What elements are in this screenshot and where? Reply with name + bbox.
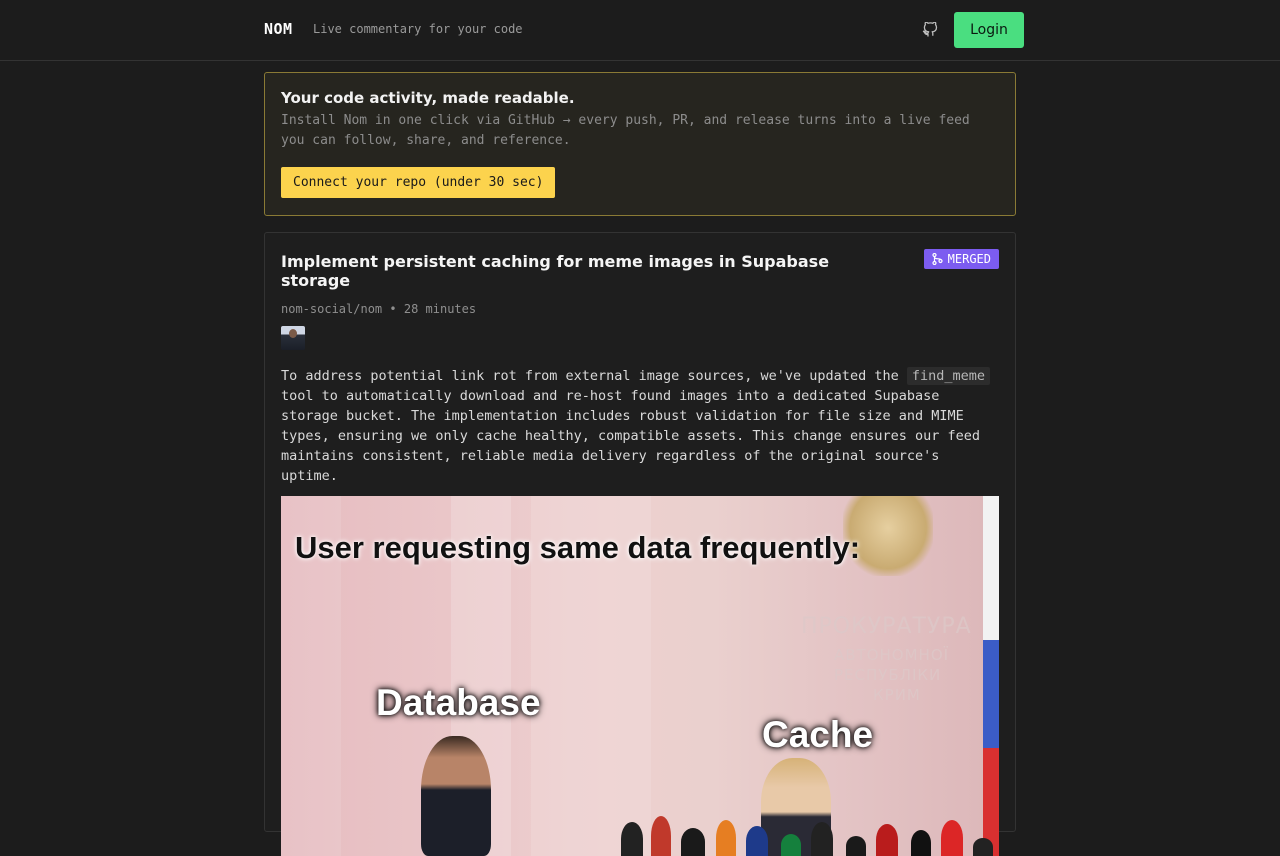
meme-caption-database: Database bbox=[376, 682, 541, 723]
meta-separator: • bbox=[389, 302, 397, 316]
github-icon bbox=[922, 22, 938, 37]
inline-code: find_meme bbox=[906, 367, 991, 385]
repo-link[interactable]: nom-social/nom bbox=[281, 302, 382, 316]
banner-title: Your code activity, made readable. bbox=[281, 89, 575, 107]
wall-sign-line: РЕСПУБЛІКИ bbox=[834, 666, 942, 684]
merge-icon bbox=[932, 253, 943, 265]
wall-sign-line: АВТОНОМНОЇ bbox=[834, 646, 950, 664]
microphone bbox=[746, 826, 768, 856]
feed-card: Implement persistent caching for meme im… bbox=[264, 232, 1016, 856]
microphone bbox=[941, 820, 963, 856]
wall-sign-line: КРИМ bbox=[873, 686, 921, 704]
connect-repo-button[interactable]: Connect your repo (under 30 sec) bbox=[281, 167, 556, 198]
microphone bbox=[911, 830, 931, 856]
microphone bbox=[716, 820, 736, 856]
post-body-rest: tool to automatically download and re-ho… bbox=[281, 388, 980, 484]
microphone bbox=[621, 822, 643, 856]
login-button[interactable]: Login bbox=[954, 12, 1024, 48]
meme-image: ПРОКУРАТУРА АВТОНОМНОЇ РЕСПУБЛІКИ КРИМ U… bbox=[281, 496, 999, 856]
post-body-intro: To address potential link rot from exter… bbox=[281, 368, 899, 384]
brand-logo[interactable]: NOM bbox=[264, 20, 293, 38]
microphones bbox=[621, 816, 999, 856]
microphone bbox=[681, 828, 705, 856]
microphone bbox=[846, 836, 866, 856]
flag-icon bbox=[983, 496, 999, 856]
microphone bbox=[781, 834, 801, 856]
post-meta: nom-social/nom • 28 minutes bbox=[281, 302, 999, 316]
tagline: Live commentary for your code bbox=[313, 22, 523, 36]
badge-label: MERGED bbox=[947, 252, 991, 266]
microphone bbox=[973, 838, 993, 856]
post-body: To address potential link rot from exter… bbox=[281, 366, 999, 486]
github-link[interactable] bbox=[920, 20, 940, 40]
onboarding-banner: Your code activity, made readable. Insta… bbox=[264, 72, 1016, 216]
meme-caption-top: User requesting same data frequently: bbox=[295, 530, 861, 565]
avatar[interactable] bbox=[281, 326, 305, 350]
microphone bbox=[811, 822, 833, 856]
post-title[interactable]: Implement persistent caching for meme im… bbox=[281, 252, 881, 290]
meme-caption-cache: Cache bbox=[762, 714, 874, 755]
top-navbar: NOM Live commentary for your code Login bbox=[0, 0, 1280, 61]
banner-description: Install Nom in one click via GitHub → ev… bbox=[281, 113, 970, 148]
person-left bbox=[421, 736, 491, 856]
post-time: 28 minutes bbox=[403, 302, 477, 316]
status-badge: MERGED bbox=[923, 249, 999, 269]
wall-sign-line: ПРОКУРАТУРА bbox=[801, 614, 972, 639]
microphone bbox=[876, 824, 898, 856]
microphone bbox=[651, 816, 671, 856]
